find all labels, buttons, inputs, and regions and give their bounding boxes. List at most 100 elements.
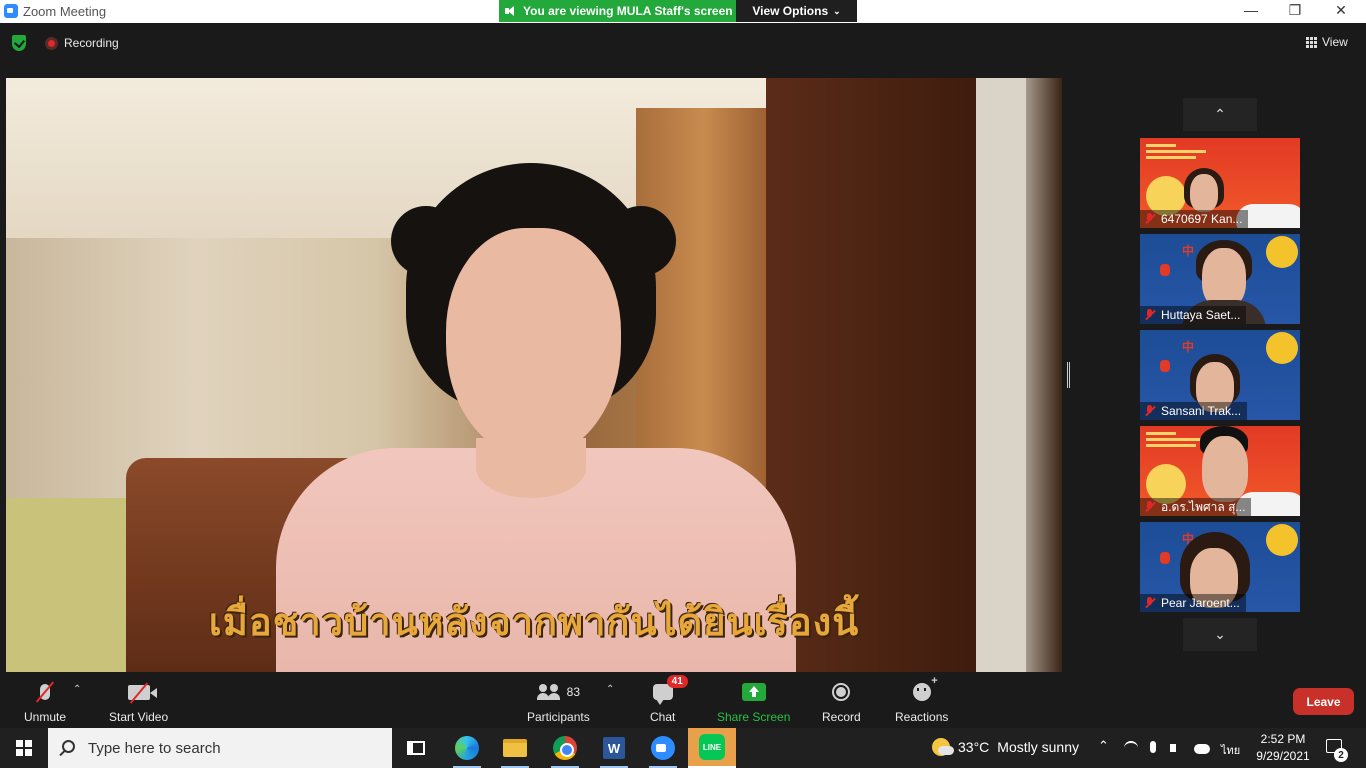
chevron-up-icon: ⌃ bbox=[1214, 106, 1226, 122]
security-shield-icon[interactable] bbox=[12, 35, 26, 51]
leave-button[interactable]: Leave bbox=[1293, 688, 1354, 715]
microphone-icon[interactable] bbox=[1150, 741, 1156, 753]
chevron-down-icon: ⌄ bbox=[1214, 626, 1226, 642]
wifi-icon[interactable] bbox=[1124, 741, 1138, 755]
weather-desc: Mostly sunny bbox=[997, 739, 1079, 755]
windows-start-icon[interactable] bbox=[16, 740, 32, 756]
folder-icon bbox=[503, 739, 527, 757]
video-subtitle: เมื่อชาวบ้านหลังจากพากันได้ยินเรื่องนี้ bbox=[208, 600, 860, 644]
participant-face bbox=[1190, 174, 1218, 212]
task-view-icon bbox=[407, 741, 425, 755]
start-video-label: Start Video bbox=[109, 710, 169, 724]
speaker-icon[interactable] bbox=[1170, 744, 1176, 752]
share-screen-label: Share Screen bbox=[717, 710, 791, 724]
participant-face bbox=[1202, 248, 1246, 308]
share-screen-icon bbox=[741, 683, 766, 701]
audio-options-caret[interactable]: ⌃ bbox=[73, 684, 81, 695]
partly-sunny-icon bbox=[932, 738, 954, 756]
participant-name: Pear Jaroent... bbox=[1161, 596, 1240, 610]
clock-date: 9/29/2021 bbox=[1256, 749, 1310, 763]
chat-unread-badge: 41 bbox=[666, 675, 688, 688]
reactions-label: Reactions bbox=[895, 710, 949, 724]
title-bar: Zoom Meeting You are viewing MULA Staff'… bbox=[0, 0, 1366, 23]
chrome-icon bbox=[553, 736, 577, 760]
weather-widget[interactable]: 33°C Mostly sunny bbox=[932, 738, 1079, 756]
participants-options-caret[interactable]: ⌃ bbox=[606, 684, 614, 695]
participants-button[interactable]: 83 Participants bbox=[527, 680, 590, 724]
participant-tile[interactable]: 中 Sansani Trak... bbox=[1140, 330, 1300, 420]
muted-mic-icon bbox=[1144, 405, 1156, 417]
view-options-button[interactable]: View Options ⌄ bbox=[736, 0, 857, 22]
grid-icon bbox=[1306, 36, 1317, 48]
record-label: Record bbox=[822, 710, 861, 724]
muted-mic-icon bbox=[1144, 309, 1156, 321]
chat-button[interactable]: 41 Chat bbox=[650, 675, 688, 724]
participant-tile[interactable]: อ.ดร.ไพศาล สุ... bbox=[1140, 426, 1300, 516]
participant-name: อ.ดร.ไพศาล สุ... bbox=[1161, 499, 1246, 514]
unmute-label: Unmute bbox=[24, 710, 67, 724]
participant-tile[interactable]: 6470697 Kan... bbox=[1140, 138, 1300, 228]
windows-taskbar: Type here to search W LINE 33°C Mostly s… bbox=[0, 728, 1366, 768]
system-clock[interactable]: 2:52 PM 9/29/2021 bbox=[1252, 731, 1314, 765]
task-view-button[interactable] bbox=[392, 728, 440, 768]
file-explorer-button[interactable] bbox=[491, 728, 539, 768]
clock-time: 2:52 PM bbox=[1260, 732, 1306, 746]
panel-resize-handle[interactable] bbox=[1067, 362, 1070, 388]
language-indicator[interactable]: ไทย bbox=[1221, 741, 1240, 759]
recording-icon bbox=[45, 37, 58, 50]
chevron-down-icon: ⌄ bbox=[833, 5, 841, 16]
zoom-app-icon bbox=[4, 4, 18, 18]
thumbnails-scroll-down-button[interactable]: ⌄ bbox=[1183, 618, 1257, 651]
reactions-button[interactable]: Reactions bbox=[895, 675, 949, 724]
edge-app-button[interactable] bbox=[443, 728, 491, 768]
search-icon bbox=[62, 740, 75, 753]
microphone-muted-icon bbox=[35, 681, 55, 703]
participants-label: Participants bbox=[527, 710, 590, 724]
participant-name: 6470697 Kan... bbox=[1161, 212, 1243, 226]
chrome-app-button[interactable] bbox=[541, 728, 589, 768]
viewing-banner: You are viewing MULA Staff's screen bbox=[499, 0, 736, 22]
view-button[interactable]: View bbox=[1306, 35, 1348, 49]
close-button[interactable]: ✕ bbox=[1318, 2, 1364, 19]
chevron-up-icon[interactable]: ⌃ bbox=[1098, 738, 1109, 754]
muted-mic-icon bbox=[1144, 501, 1156, 513]
onedrive-cloud-icon[interactable] bbox=[1194, 744, 1210, 754]
word-icon: W bbox=[603, 737, 625, 759]
zoom-icon bbox=[651, 736, 675, 760]
chat-label: Chat bbox=[650, 710, 676, 724]
presenter-face bbox=[446, 228, 621, 458]
notification-count: 2 bbox=[1334, 748, 1348, 762]
recording-label: Recording bbox=[64, 36, 119, 50]
participants-count: 83 bbox=[566, 685, 581, 699]
thumbnails-scroll-up-button[interactable]: ⌃ bbox=[1183, 98, 1257, 131]
zoom-app-button[interactable] bbox=[639, 728, 687, 768]
search-placeholder: Type here to search bbox=[88, 739, 221, 757]
edge-icon bbox=[455, 736, 479, 760]
line-icon: LINE bbox=[699, 734, 725, 760]
start-video-button[interactable]: Start Video bbox=[109, 680, 168, 724]
muted-mic-icon bbox=[1144, 597, 1156, 609]
participant-tile[interactable]: 中 Pear Jaroent... bbox=[1140, 522, 1300, 612]
window-title: Zoom Meeting bbox=[23, 4, 107, 19]
shared-screen-video: เมื่อชาวบ้านหลังจากพากันได้ยินเรื่องนี้ bbox=[6, 78, 1062, 672]
taskbar-search-box[interactable]: Type here to search bbox=[48, 728, 392, 768]
participant-tile[interactable]: 中 Huttaya Saet... bbox=[1140, 234, 1300, 324]
camera-off-icon bbox=[127, 681, 157, 704]
line-app-button[interactable]: LINE bbox=[688, 728, 736, 768]
weather-temp: 33°C bbox=[958, 739, 990, 755]
participant-name: Huttaya Saet... bbox=[1161, 308, 1241, 322]
view-label: View bbox=[1322, 35, 1348, 49]
word-app-button[interactable]: W bbox=[590, 728, 638, 768]
maximize-button[interactable]: ❐ bbox=[1272, 2, 1318, 19]
viewing-banner-text: You are viewing MULA Staff's screen bbox=[523, 4, 733, 18]
minimize-button[interactable]: — bbox=[1228, 2, 1274, 18]
view-options-label: View Options bbox=[752, 4, 829, 18]
participant-face bbox=[1202, 436, 1248, 502]
unmute-button[interactable]: Unmute bbox=[24, 680, 66, 724]
record-button[interactable]: Record bbox=[822, 680, 861, 724]
speaker-icon bbox=[505, 5, 517, 17]
record-icon bbox=[832, 683, 851, 701]
share-screen-button[interactable]: Share Screen bbox=[717, 680, 790, 724]
participant-name: Sansani Trak... bbox=[1161, 404, 1242, 418]
muted-mic-icon bbox=[1144, 213, 1156, 225]
